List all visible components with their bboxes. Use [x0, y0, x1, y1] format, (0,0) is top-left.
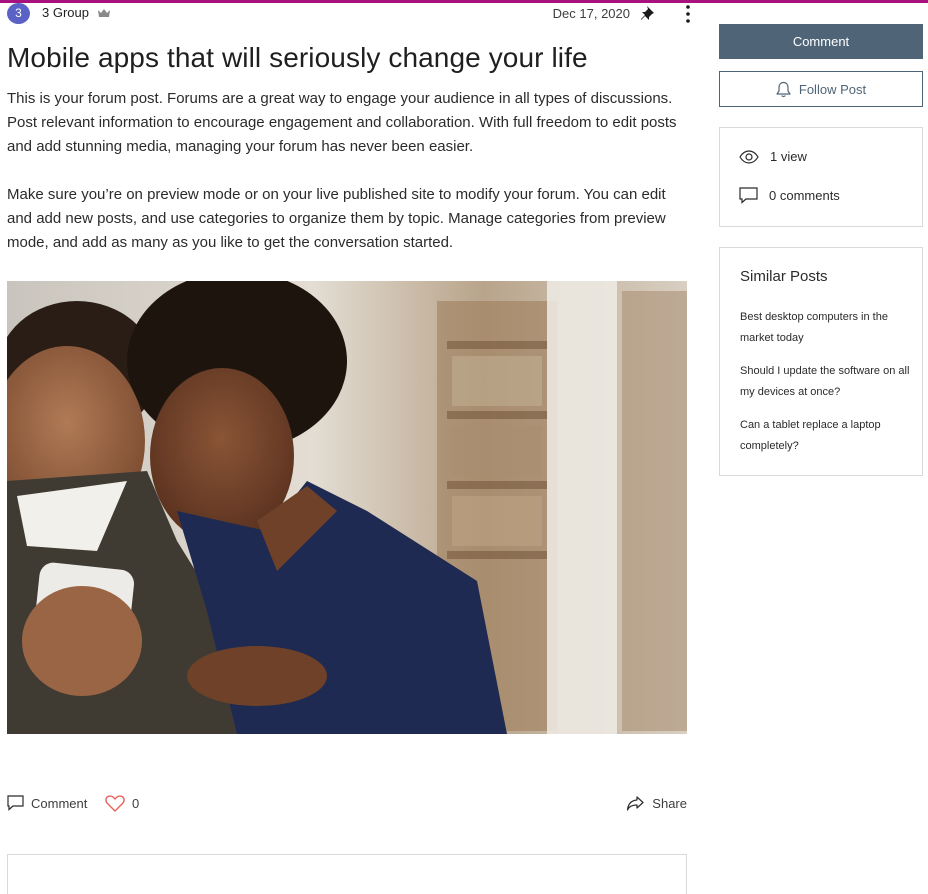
follow-post-button[interactable]: Follow Post — [719, 71, 923, 107]
comment-box[interactable] — [7, 854, 687, 894]
comments-stat: 0 comments — [739, 187, 840, 204]
author-name[interactable]: 3 Group — [42, 5, 89, 20]
post-title: Mobile apps that will seriously change y… — [7, 42, 588, 73]
similar-posts-list: Best desktop computers in the market tod… — [740, 307, 910, 469]
post-actions: Comment 0 Share — [7, 792, 687, 814]
comment-icon — [7, 795, 24, 811]
post-photo — [7, 281, 687, 734]
post-image[interactable] — [7, 281, 687, 734]
post-date: Dec 17, 2020 — [552, 6, 630, 21]
share-icon — [627, 796, 644, 811]
post-body: This is your forum post. Forums are a gr… — [7, 87, 691, 255]
like-count: 0 — [132, 795, 140, 811]
author-avatar[interactable]: 3 — [7, 3, 30, 24]
post-paragraph: Make sure you’re on preview mode or on y… — [7, 186, 666, 251]
comment-action[interactable]: Comment — [7, 792, 87, 814]
similar-post-link[interactable]: Should I update the software on all my d… — [740, 361, 910, 403]
views-count: 1 view — [770, 149, 807, 164]
post-header: 3 3 Group Dec 17, 2020 — [7, 3, 694, 25]
similar-posts-title: Similar Posts — [740, 268, 828, 285]
comments-count: 0 comments — [769, 188, 840, 203]
comment-action-label: Comment — [31, 795, 88, 811]
share-action-label: Share — [652, 795, 687, 811]
similar-post-link[interactable]: Best desktop computers in the market tod… — [740, 307, 910, 349]
share-action[interactable]: Share — [626, 792, 687, 814]
eye-icon — [739, 149, 759, 164]
similar-post-link[interactable]: Can a tablet replace a laptop completely… — [740, 415, 910, 457]
similar-posts-card: Similar Posts Best desktop computers in … — [719, 247, 923, 476]
comment-icon — [739, 187, 758, 204]
comment-button[interactable]: Comment — [719, 24, 923, 59]
like-action[interactable]: 0 — [105, 792, 139, 814]
heart-icon — [105, 794, 125, 812]
follow-post-label: Follow Post — [798, 81, 867, 97]
post-paragraph: This is your forum post. Forums are a gr… — [7, 90, 677, 155]
post-stats-card: 1 view 0 comments — [719, 127, 923, 227]
crown-icon — [98, 9, 110, 17]
bell-icon — [776, 81, 791, 97]
more-icon[interactable] — [684, 4, 692, 24]
pin-icon[interactable] — [640, 4, 658, 22]
views-stat: 1 view — [739, 149, 807, 164]
